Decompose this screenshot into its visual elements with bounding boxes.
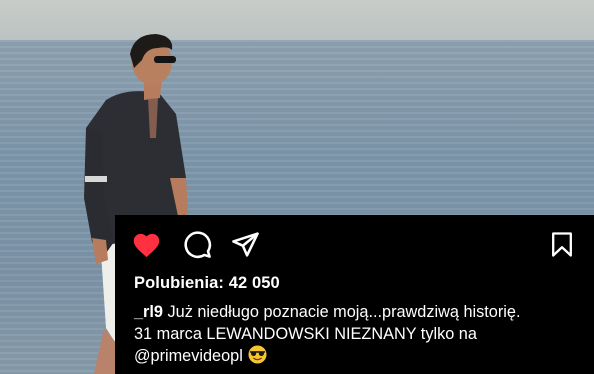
paper-plane-icon xyxy=(231,231,259,257)
share-button[interactable] xyxy=(229,229,261,259)
caption-mention[interactable]: @primevideopl xyxy=(134,347,243,365)
instagram-post-panel: Polubienia: 42 050 _rl9 Już niedługo poz… xyxy=(115,215,594,374)
caption-line-3: @primevideopl xyxy=(134,345,584,367)
sunglasses-emoji-icon xyxy=(248,345,267,364)
post-caption: _rl9 Już niedługo poznacie moją...prawdz… xyxy=(134,301,584,367)
like-button[interactable] xyxy=(130,229,162,259)
caption-text-1: Już niedługo poznacie moją...prawdziwą h… xyxy=(167,303,521,321)
bookmark-icon xyxy=(552,231,572,257)
likes-label: Polubienia: xyxy=(134,274,225,292)
caption-line-1: _rl9 Już niedługo poznacie moją...prawdz… xyxy=(134,301,584,323)
caption-username[interactable]: _rl9 xyxy=(134,303,163,321)
video-frame: Polubienia: 42 050 _rl9 Już niedługo poz… xyxy=(0,0,594,374)
heart-icon xyxy=(133,233,159,258)
likes-count[interactable]: Polubienia: 42 050 xyxy=(134,274,280,293)
caption-line-2: 31 marca LEWANDOWSKI NIEZNANY tylko na xyxy=(134,325,477,343)
comment-button[interactable] xyxy=(181,229,213,259)
speech-bubble-icon xyxy=(183,230,211,258)
post-action-bar xyxy=(115,215,594,271)
likes-number: 42 050 xyxy=(228,274,280,292)
save-button[interactable] xyxy=(548,229,576,259)
